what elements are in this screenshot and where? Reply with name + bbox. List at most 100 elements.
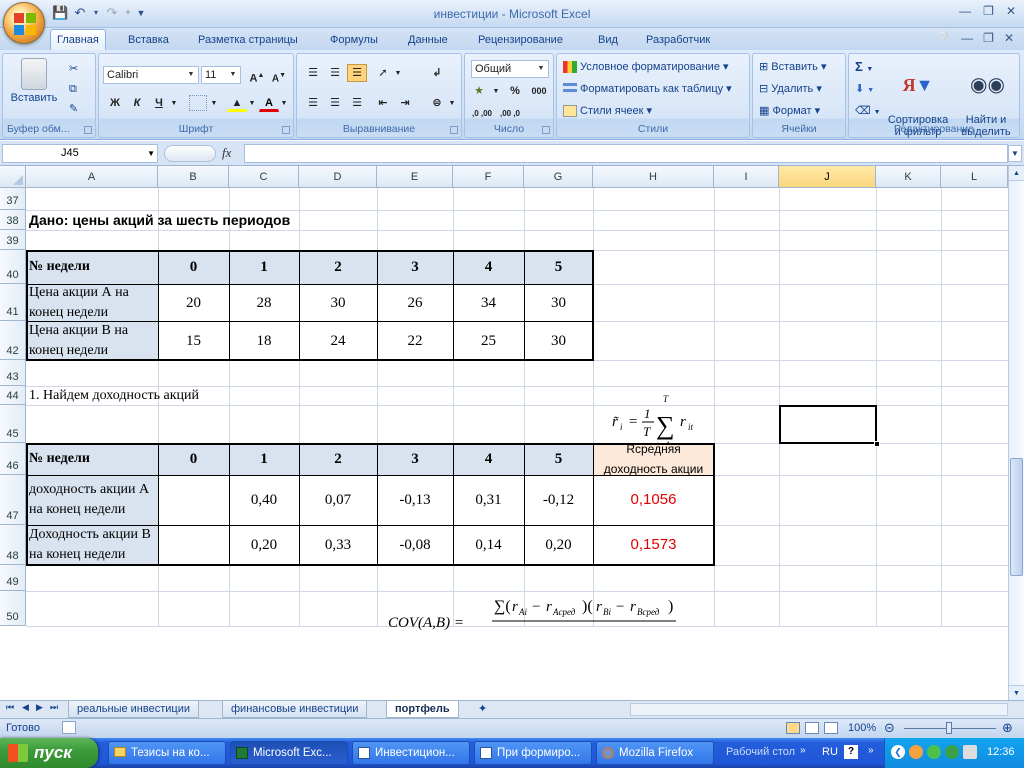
currency-icon[interactable]: ★ bbox=[469, 82, 489, 100]
column-header[interactable]: E bbox=[377, 166, 453, 188]
close-icon[interactable]: ✕ bbox=[1006, 4, 1016, 18]
underline-button[interactable]: Ч bbox=[149, 94, 169, 112]
paste-button[interactable]: Вставить bbox=[7, 58, 61, 104]
sheet-tab-real[interactable]: реальные инвестиции bbox=[68, 701, 199, 718]
orientation-dropdown-icon[interactable]: ▼ bbox=[393, 64, 403, 82]
office-button[interactable] bbox=[3, 2, 45, 44]
row-header[interactable]: 37 bbox=[0, 188, 26, 210]
sheet-tab-portfolio[interactable]: портфель bbox=[386, 701, 459, 718]
align-middle-icon[interactable]: ☰ bbox=[325, 64, 345, 82]
tray-expand-icon[interactable]: » bbox=[868, 745, 874, 756]
font-color-icon[interactable]: A bbox=[259, 94, 279, 112]
tab-data[interactable]: Данные bbox=[402, 32, 454, 50]
alignment-launcher-icon[interactable] bbox=[450, 126, 458, 134]
insert-cells-button[interactable]: ⊞ Вставить ▾ bbox=[759, 58, 827, 76]
scroll-down-icon[interactable]: ▼ bbox=[1009, 685, 1024, 700]
row-header[interactable]: 44 bbox=[0, 386, 26, 405]
align-left-icon[interactable]: ☰ bbox=[303, 94, 323, 112]
font-launcher-icon[interactable] bbox=[282, 126, 290, 134]
wrap-text-icon[interactable]: ↲ bbox=[427, 64, 447, 82]
fill-icon[interactable]: ⬇ ▼ bbox=[855, 80, 874, 98]
insert-sheet-icon[interactable]: ✦ bbox=[478, 702, 487, 715]
borders-icon[interactable] bbox=[189, 95, 207, 111]
scroll-up-icon[interactable]: ▲ bbox=[1009, 166, 1024, 181]
row-header[interactable]: 45 bbox=[0, 405, 26, 443]
conditional-format-button[interactable]: Условное форматирование ▾ bbox=[563, 58, 729, 76]
tray-network-icon[interactable] bbox=[909, 745, 923, 759]
currency-dropdown-icon[interactable]: ▼ bbox=[491, 82, 501, 100]
align-top-icon[interactable]: ☰ bbox=[303, 64, 323, 82]
row-header[interactable]: 47 bbox=[0, 475, 26, 525]
column-header[interactable]: L bbox=[941, 166, 1008, 188]
bold-button[interactable]: Ж bbox=[105, 94, 125, 112]
italic-button[interactable]: К bbox=[127, 94, 147, 112]
column-header[interactable]: H bbox=[593, 166, 714, 188]
merge-dropdown-icon[interactable]: ▼ bbox=[447, 94, 457, 112]
select-all-corner[interactable] bbox=[0, 166, 26, 188]
number-format-dropdown-icon[interactable]: ▼ bbox=[535, 62, 547, 76]
row-header[interactable]: 40 bbox=[0, 250, 26, 284]
column-header[interactable]: A bbox=[26, 166, 158, 188]
column-header[interactable]: G bbox=[524, 166, 593, 188]
sheet-nav-last-icon[interactable]: ⏭ bbox=[50, 702, 58, 713]
zoom-in-icon[interactable]: ⊕ bbox=[1002, 720, 1013, 736]
tab-formulas[interactable]: Формулы bbox=[324, 32, 384, 50]
font-size-combo[interactable]: 11 ▼ bbox=[201, 66, 241, 84]
clear-icon[interactable]: ⌫ ▼ bbox=[855, 102, 881, 120]
row-header[interactable]: 50 bbox=[0, 591, 26, 626]
cut-icon[interactable]: ✂ bbox=[69, 60, 78, 78]
format-cells-button[interactable]: ▦ Формат ▾ bbox=[759, 102, 820, 120]
row-header[interactable]: 38 bbox=[0, 210, 26, 230]
formula-input[interactable] bbox=[244, 144, 1008, 163]
row-header[interactable]: 39 bbox=[0, 230, 26, 250]
view-page-break-icon[interactable] bbox=[824, 722, 838, 734]
row-header[interactable]: 49 bbox=[0, 565, 26, 591]
column-header[interactable]: I bbox=[714, 166, 779, 188]
tab-insert[interactable]: Вставка bbox=[122, 32, 175, 50]
help-icon[interactable]: ❔ bbox=[936, 31, 951, 45]
column-header[interactable]: J bbox=[779, 166, 876, 188]
desktop-toolbar-label[interactable]: Рабочий стол bbox=[726, 746, 795, 758]
increase-decimal-icon[interactable]: ,0 ,00 bbox=[469, 104, 495, 122]
tab-developer[interactable]: Разработчик bbox=[640, 32, 716, 50]
row-header[interactable]: 48 bbox=[0, 525, 26, 565]
decrease-decimal-icon[interactable]: ,00 ,0 bbox=[497, 104, 523, 122]
vertical-scrollbar[interactable]: ▲ ▼ bbox=[1008, 166, 1024, 700]
cell-styles-button[interactable]: Стили ячеек ▾ bbox=[563, 102, 652, 120]
merge-center-icon[interactable]: ⊜ bbox=[427, 94, 447, 112]
font-color-dropdown-icon[interactable]: ▼ bbox=[279, 94, 289, 112]
selected-cell-J45[interactable] bbox=[779, 405, 877, 444]
row-header[interactable]: 42 bbox=[0, 321, 26, 360]
autosum-icon[interactable]: Σ ▼ bbox=[855, 58, 873, 76]
name-box[interactable]: J45 ▼ bbox=[2, 144, 158, 163]
horizontal-scrollbar[interactable] bbox=[630, 703, 1008, 716]
font-name-combo[interactable]: Calibri ▼ bbox=[103, 66, 199, 84]
decrease-indent-icon[interactable]: ⇤ bbox=[373, 94, 393, 112]
taskbar-item-word-1[interactable]: Инвестицион... bbox=[352, 741, 470, 765]
desktop-chevron-icon[interactable]: » bbox=[800, 745, 806, 756]
orientation-icon[interactable]: ➚ bbox=[373, 64, 393, 82]
column-header[interactable]: F bbox=[453, 166, 524, 188]
clipboard-launcher-icon[interactable] bbox=[84, 126, 92, 134]
ribbon-minimize-icon[interactable]: — bbox=[961, 31, 973, 45]
borders-dropdown-icon[interactable]: ▼ bbox=[209, 94, 219, 112]
help-tray-icon[interactable]: ? bbox=[844, 745, 858, 759]
language-indicator[interactable]: RU bbox=[822, 746, 838, 758]
align-bottom-icon[interactable]: ☰ bbox=[347, 64, 367, 82]
shrink-font-icon[interactable]: A▼ bbox=[269, 66, 289, 84]
tray-volume-icon[interactable] bbox=[963, 745, 977, 759]
number-launcher-icon[interactable] bbox=[542, 126, 550, 134]
underline-dropdown-icon[interactable]: ▼ bbox=[169, 94, 179, 112]
delete-cells-button[interactable]: ⊟ Удалить ▾ bbox=[759, 80, 822, 98]
scroll-thumb[interactable] bbox=[1010, 458, 1023, 576]
tray-security-icon[interactable] bbox=[945, 745, 959, 759]
grow-font-icon[interactable]: A▲ bbox=[247, 66, 267, 85]
insert-function-button[interactable]: fx bbox=[222, 145, 231, 161]
fill-color-icon[interactable]: ▲ bbox=[227, 94, 247, 112]
formula-expand-icon[interactable]: ▼ bbox=[1008, 145, 1022, 162]
sheet-nav-next-icon[interactable]: ▶ bbox=[36, 702, 43, 713]
tab-page-layout[interactable]: Разметка страницы bbox=[192, 32, 304, 50]
tab-review[interactable]: Рецензирование bbox=[472, 32, 569, 50]
font-name-dropdown-icon[interactable]: ▼ bbox=[185, 68, 197, 82]
fill-handle[interactable] bbox=[874, 441, 880, 447]
